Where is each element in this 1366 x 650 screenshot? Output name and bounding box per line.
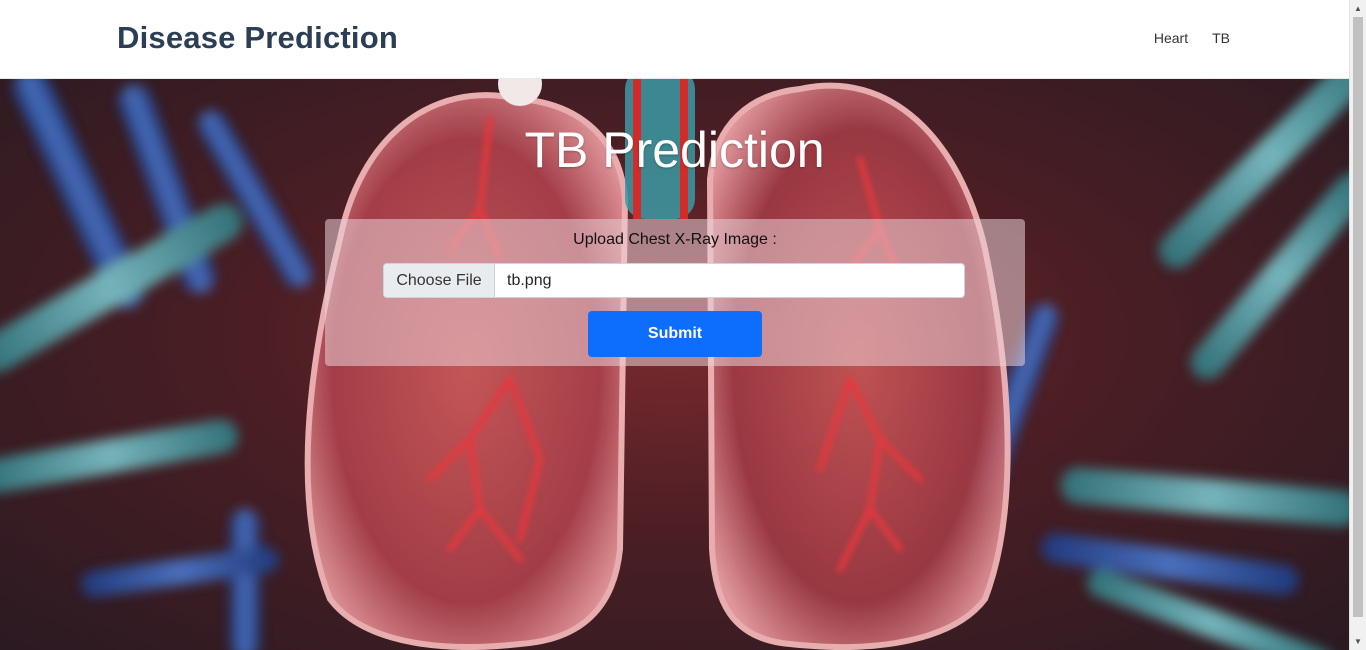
hero-section: TB Prediction Upload Chest X-Ray Image :… — [0, 79, 1349, 650]
page: Disease Prediction Heart TB TB Predictio… — [0, 0, 1366, 650]
brand-title[interactable]: Disease Prediction — [117, 20, 398, 56]
submit-button[interactable]: Submit — [588, 311, 762, 357]
nav-link-tb[interactable]: TB — [1212, 30, 1230, 46]
selected-file-name: tb.png — [507, 271, 552, 289]
scrollbar-thumb[interactable] — [1353, 17, 1363, 617]
nav-link-heart[interactable]: Heart — [1154, 30, 1188, 46]
triangle-down-icon[interactable]: ▼ — [1350, 633, 1366, 650]
upload-label: Upload Chest X-Ray Image : — [573, 231, 777, 248]
file-input[interactable]: Choose File tb.png — [383, 263, 965, 298]
upload-form-card: Upload Chest X-Ray Image : Choose File t… — [325, 219, 1025, 366]
navbar: Disease Prediction Heart TB — [0, 0, 1349, 79]
page-title: TB Prediction — [524, 122, 825, 178]
choose-file-button[interactable]: Choose File — [384, 264, 495, 297]
triangle-up-icon[interactable]: ▲ — [1350, 0, 1366, 17]
vertical-scrollbar[interactable]: ▲ ▼ — [1349, 0, 1366, 650]
nav-links: Heart TB — [1154, 30, 1230, 46]
